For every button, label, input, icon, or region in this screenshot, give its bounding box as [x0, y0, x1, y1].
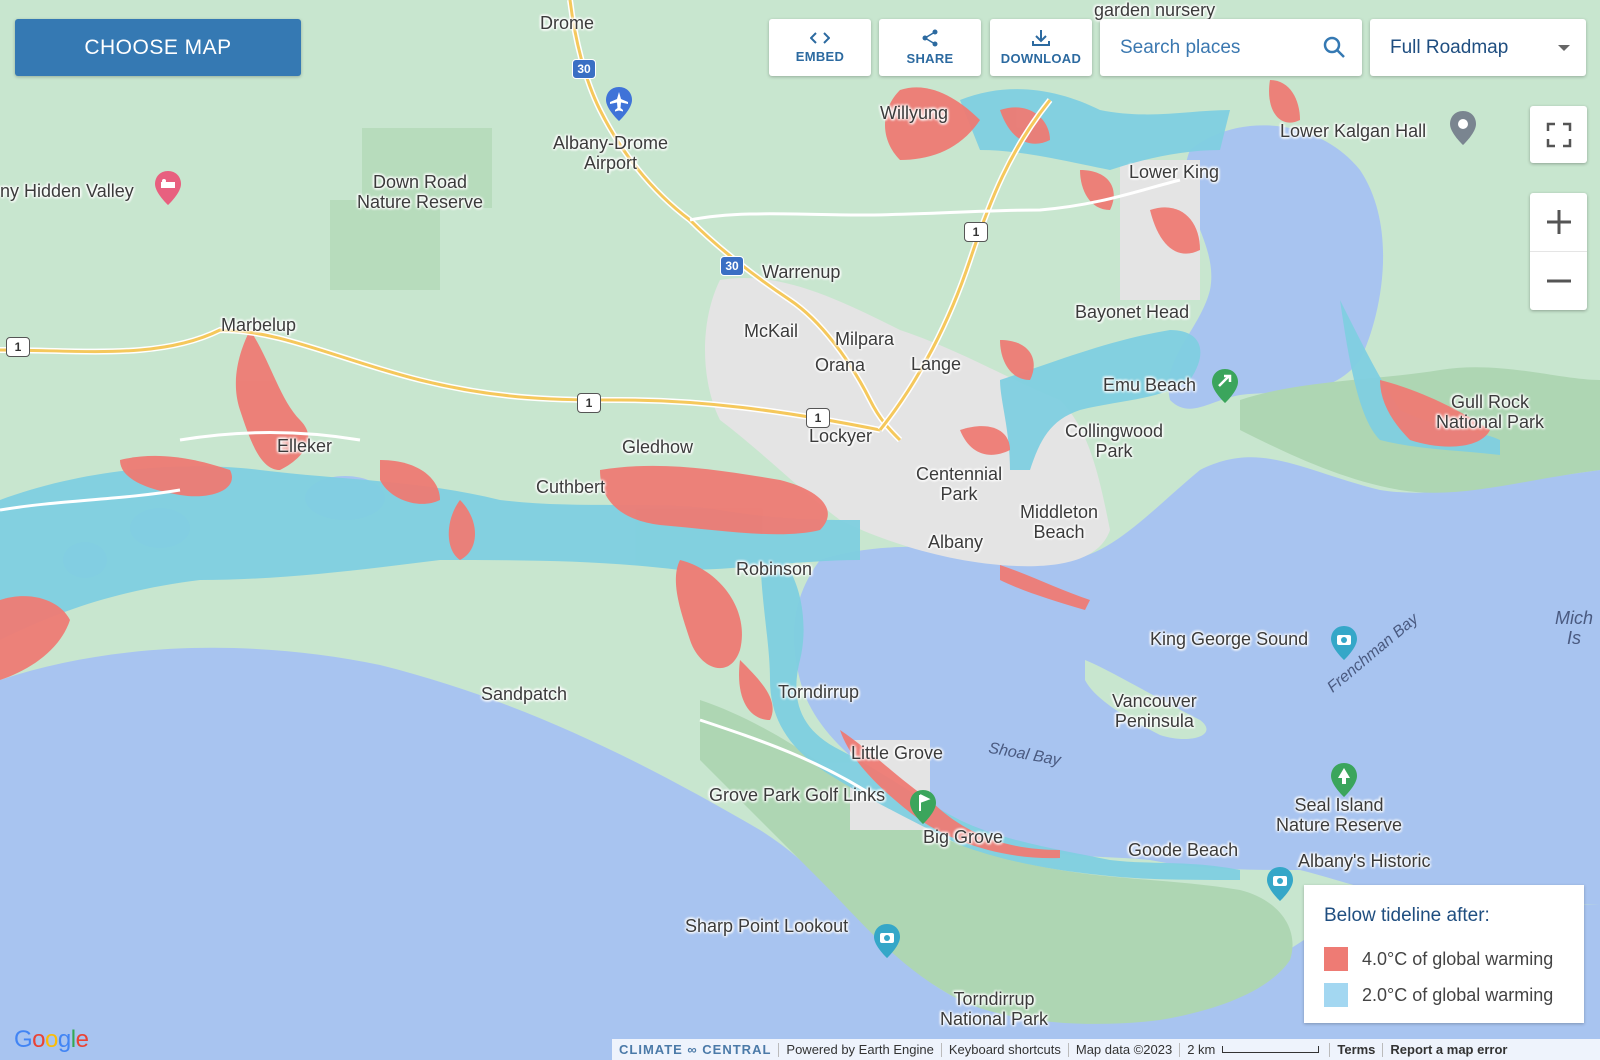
place-label-down-road: Down Road Nature Reserve — [357, 172, 484, 212]
place-label-centennial-park: Centennial Park — [916, 464, 1003, 504]
place-label-elleker: Elleker — [277, 436, 333, 456]
place-label-vancouver-peninsula: Vancouver Peninsula — [1112, 691, 1197, 731]
legend-title: Below tideline after: — [1324, 905, 1490, 926]
terms-link[interactable]: Terms — [1330, 1042, 1382, 1057]
place-label-middleton-beach: Middleton Beach — [1020, 502, 1099, 542]
legend-label-2c: 2.0°C of global warming — [1362, 984, 1554, 1005]
place-label-marbelup: Marbelup — [221, 315, 297, 335]
place-label-collingwood-park: Collingwood Park — [1065, 421, 1164, 461]
place-label-lower-kalgan-hall: Lower Kalgan Hall — [1280, 121, 1427, 141]
download-button[interactable]: DOWNLOAD — [990, 19, 1092, 76]
share-icon — [922, 29, 938, 47]
climate-central-logo[interactable]: CLIMATE ∞ CENTRAL — [612, 1042, 778, 1057]
fullscreen-icon — [1546, 122, 1571, 147]
map-data-credit: Map data ©2023 — [1075, 1042, 1173, 1057]
report-map-error-link[interactable]: Report a map error — [1383, 1042, 1514, 1057]
embed-button[interactable]: EMBED — [769, 19, 871, 76]
place-label-lange: Lange — [911, 354, 962, 374]
search-box[interactable] — [1100, 19, 1362, 76]
zoom-controls — [1530, 193, 1587, 310]
place-label-hidden-valley: ny Hidden Valley — [0, 181, 134, 201]
camera-pin-icon[interactable] — [1265, 866, 1295, 902]
embed-label: EMBED — [795, 49, 845, 64]
keyboard-shortcuts-link[interactable]: Keyboard shortcuts — [942, 1042, 1068, 1057]
legend-item-4c: 4.0°C of global warming — [1324, 941, 1564, 977]
zoom-in-button[interactable] — [1530, 193, 1587, 252]
legend-swatch-4c — [1324, 947, 1348, 971]
park-pin-icon[interactable] — [1210, 368, 1240, 404]
place-label-sandpatch: Sandpatch — [481, 684, 568, 704]
map-legend: Below tideline after: 4.0°C of global wa… — [1304, 885, 1584, 1023]
place-label-goode-beach: Goode Beach — [1128, 840, 1239, 860]
reserve-patch — [330, 200, 440, 290]
place-label-drome: Drome — [540, 13, 595, 33]
map-layer-selected: Full Roadmap — [1390, 36, 1509, 58]
powered-by-earth-engine[interactable]: Powered by Earth Engine — [779, 1042, 940, 1057]
place-label-gledhow: Gledhow — [622, 437, 694, 457]
download-label: DOWNLOAD — [1000, 51, 1082, 66]
place-label-mckail: McKail — [744, 321, 799, 341]
location-pin-icon[interactable] — [1448, 110, 1478, 146]
map-layer-select[interactable]: Full Roadmap — [1370, 19, 1586, 76]
place-label-little-grove: Little Grove — [851, 743, 944, 763]
place-label-garden-nursery: garden nursery — [1094, 0, 1216, 20]
search-icon[interactable] — [1322, 35, 1346, 59]
legend-swatch-2c — [1324, 983, 1348, 1007]
camera-pin-icon[interactable] — [1329, 625, 1359, 661]
place-label-michaelmas-island: Mich Is — [1555, 608, 1594, 648]
share-button[interactable]: SHARE — [879, 19, 981, 76]
legend-label-4c: 4.0°C of global warming — [1362, 948, 1554, 969]
zoom-out-button[interactable] — [1530, 252, 1587, 310]
place-label-orana: Orana — [815, 355, 866, 375]
place-label-bayonet-head: Bayonet Head — [1075, 302, 1190, 322]
place-label-sharp-point: Sharp Point Lookout — [685, 916, 849, 936]
road-shield-1: 1 — [6, 337, 30, 357]
airport-icon[interactable] — [604, 86, 634, 122]
place-label-albany: Albany — [928, 532, 984, 552]
hotel-pin-icon[interactable] — [153, 170, 183, 206]
chevron-down-icon — [1558, 45, 1570, 51]
zoom-out-icon — [1546, 279, 1571, 283]
legend-item-2c: 2.0°C of global warming — [1324, 977, 1564, 1013]
scale-bar — [1222, 1046, 1320, 1053]
share-label: SHARE — [906, 51, 954, 66]
search-input[interactable] — [1118, 33, 1322, 63]
road-shield-1: 1 — [964, 222, 988, 242]
road-shield-30: 30 — [572, 59, 596, 79]
golf-pin-icon[interactable] — [908, 789, 938, 825]
place-label-torndirrup-np: Torndirrup National Park — [940, 989, 1049, 1029]
road-shield-30: 30 — [720, 256, 744, 276]
google-logo[interactable]: Google — [14, 1026, 89, 1054]
place-label-milpara: Milpara — [835, 329, 895, 349]
place-label-willyung: Willyung — [880, 103, 949, 123]
attribution-bar: CLIMATE ∞ CENTRAL Powered by Earth Engin… — [612, 1039, 1600, 1060]
place-label-emu-beach: Emu Beach — [1103, 375, 1197, 395]
place-label-robinson: Robinson — [736, 559, 813, 579]
place-label-seal-island: Seal Island Nature Reserve — [1276, 795, 1403, 835]
place-label-airport: Albany-Drome Airport — [553, 133, 669, 173]
fullscreen-button[interactable] — [1530, 106, 1587, 163]
place-label-grove-park: Grove Park Golf Links — [709, 785, 886, 805]
tree-pin-icon[interactable] — [1329, 762, 1359, 798]
place-label-lockyer: Lockyer — [809, 426, 873, 446]
place-label-king-george-sound: King George Sound — [1150, 629, 1309, 649]
road-shield-1: 1 — [577, 393, 601, 413]
place-label-albanys-historic: Albany's Historic — [1298, 851, 1431, 871]
zoom-in-icon — [1546, 210, 1571, 234]
place-label-warrenup: Warrenup — [762, 262, 841, 282]
download-icon — [1032, 30, 1050, 46]
camera-pin-icon[interactable] — [872, 923, 902, 959]
scale-label[interactable]: 2 km — [1180, 1042, 1222, 1057]
place-label-lower-king: Lower King — [1129, 162, 1220, 182]
place-label-gull-rock: Gull Rock National Park — [1436, 392, 1545, 432]
place-label-cuthbert: Cuthbert — [536, 477, 606, 497]
embed-icon — [810, 32, 830, 44]
place-label-torndirrup: Torndirrup — [778, 682, 860, 702]
place-label-big-grove: Big Grove — [923, 827, 1004, 847]
road-shield-1: 1 — [806, 408, 830, 428]
choose-map-button[interactable]: CHOOSE MAP — [15, 19, 301, 76]
